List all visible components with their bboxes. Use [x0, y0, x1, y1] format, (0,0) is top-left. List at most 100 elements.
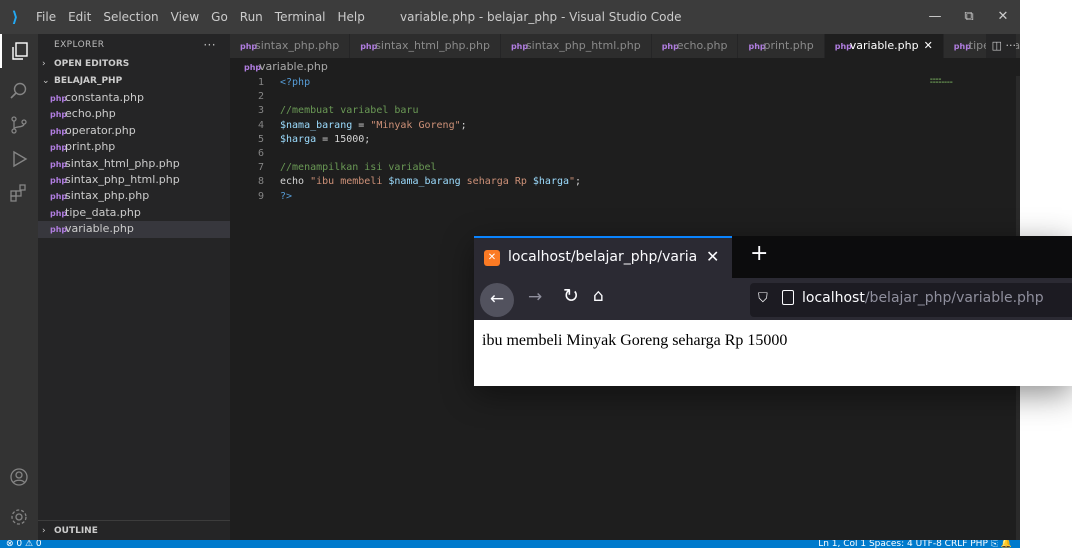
tab[interactable]: phpsintax_php_html.php: [500, 34, 652, 58]
close-button[interactable]: ✕: [986, 0, 1020, 34]
restore-button[interactable]: ⧉: [952, 0, 986, 34]
browser-page-content: ibu membeli Minyak Goreng seharga Rp 150…: [474, 320, 1072, 386]
browser-nav-bar: ← → ↻ ⌂ ⛉ localhost/belajar_php/variable…: [474, 278, 1072, 320]
account-icon[interactable]: [0, 460, 38, 494]
line-number: 7: [257, 162, 264, 174]
page-icon: [782, 290, 794, 305]
menu-bar: File Edit Selection View Go Run Terminal…: [30, 0, 371, 34]
window-controls: — ⧉ ✕: [918, 0, 1020, 34]
search-icon[interactable]: [0, 74, 38, 108]
code-string: "Minyak Goreng": [370, 119, 461, 131]
reload-icon[interactable]: ↻: [563, 285, 579, 307]
file-name: variable.php: [65, 222, 134, 236]
file-item[interactable]: phpsintax_html_php.php: [38, 156, 230, 172]
file-name: echo.php: [65, 107, 116, 121]
tab[interactable]: phpecho.php: [651, 34, 739, 58]
tab[interactable]: phpsintax_html_php.php: [350, 34, 501, 58]
tab-label: variable.php: [849, 39, 919, 52]
file-item[interactable]: phpconstanta.php: [38, 90, 230, 106]
run-debug-icon[interactable]: [0, 142, 38, 176]
tab-close-icon[interactable]: ✕: [924, 39, 933, 52]
split-editor-icon[interactable]: ◫ ···: [985, 34, 1016, 58]
php-file-icon: php: [50, 94, 68, 103]
php-file-icon: php: [50, 126, 68, 136]
code-line: 2: [230, 90, 1020, 104]
folder-section[interactable]: ⌄ BELAJAR_PHP: [38, 73, 230, 90]
code-line: 5 $harga = 15000;: [230, 133, 1020, 147]
folder-label: BELAJAR_PHP: [54, 76, 123, 86]
php-file-icon: php: [360, 42, 378, 51]
minimap[interactable]: ▬▬▬▬ ▬▬▬▬▬▬▬▬: [930, 78, 980, 84]
file-item[interactable]: phpprint.php: [38, 139, 230, 155]
explorer-header: EXPLORER ···: [38, 34, 230, 56]
code-keyword: echo: [280, 176, 305, 188]
code-line: 4 $nama_barang = "Minyak Goreng";: [230, 119, 1020, 133]
php-file-icon: php: [661, 42, 679, 51]
menu-run[interactable]: Run: [234, 0, 269, 34]
menu-help[interactable]: Help: [332, 0, 371, 34]
php-file-icon: php: [50, 175, 68, 185]
status-right-items[interactable]: Ln 1, Col 1 Spaces: 4 UTF-8 CRLF PHP ⎘ 🔔: [818, 540, 1012, 548]
xampp-favicon-icon: ✕: [484, 250, 500, 266]
back-arrow-icon[interactable]: ←: [480, 283, 514, 317]
url-host: localhost: [802, 290, 865, 306]
explorer-title: EXPLORER: [54, 40, 105, 50]
open-editors-section[interactable]: › OPEN EDITORS: [38, 56, 230, 73]
tab[interactable]: phpsintax_php.php: [230, 34, 351, 58]
file-item[interactable]: phpoperator.php: [38, 123, 230, 139]
file-item[interactable]: phpsintax_php_html.php: [38, 172, 230, 188]
settings-gear-icon[interactable]: [0, 500, 38, 534]
code-comment: //membuat variabel baru: [280, 105, 419, 117]
browser-window: ✕ localhost/belajar_php/variable.php ✕ +…: [474, 236, 1072, 386]
menu-go[interactable]: Go: [205, 0, 234, 34]
url-path: /belajar_php/variable.php: [864, 290, 1044, 306]
tab[interactable]: phpprint.php: [738, 34, 825, 58]
explorer-files-icon[interactable]: [0, 34, 38, 68]
browser-tab-close-icon[interactable]: ✕: [706, 247, 719, 266]
browser-tab-title: localhost/belajar_php/variable.php: [508, 249, 696, 265]
outline-label: OUTLINE: [54, 526, 98, 536]
file-name: sintax_html_php.php: [65, 156, 180, 170]
code-variable: $nama_barang: [280, 119, 353, 131]
php-file-icon: php: [50, 143, 68, 153]
line-number: 3: [257, 105, 264, 117]
explorer-more-icon[interactable]: ···: [203, 34, 216, 56]
line-number: 4: [257, 119, 264, 131]
menu-edit[interactable]: Edit: [62, 0, 97, 34]
forward-arrow-icon[interactable]: →: [528, 287, 542, 307]
line-number: 8: [257, 176, 264, 188]
menu-view[interactable]: View: [165, 0, 205, 34]
file-item[interactable]: phpsintax_php.php: [38, 188, 230, 204]
php-file-icon: php: [50, 208, 68, 218]
code-semicolon: ;: [460, 119, 467, 131]
address-bar[interactable]: ⛉ localhost/belajar_php/variable.php: [750, 283, 1072, 317]
minimize-button[interactable]: —: [918, 0, 952, 34]
new-tab-icon[interactable]: +: [750, 241, 768, 266]
problems-indicator[interactable]: ⊗ 0 ⚠ 0: [6, 540, 42, 548]
breadcrumb-file: variable.php: [259, 60, 328, 73]
code-line: 6: [230, 147, 1020, 161]
menu-terminal[interactable]: Terminal: [269, 0, 332, 34]
outline-section[interactable]: › OUTLINE: [38, 520, 230, 540]
home-icon[interactable]: ⌂: [593, 286, 604, 306]
tab-active[interactable]: phpvariable.php ✕: [824, 34, 944, 58]
code-text: = 15000;: [316, 133, 371, 145]
code-line: 3 //membuat variabel baru: [230, 104, 1020, 118]
file-item[interactable]: phpecho.php: [38, 106, 230, 122]
extensions-icon[interactable]: [0, 176, 38, 210]
browser-tab[interactable]: ✕ localhost/belajar_php/variable.php ✕: [474, 236, 732, 278]
code-semicolon: ;: [575, 176, 582, 188]
code-variable: $harga: [280, 133, 317, 145]
menu-file[interactable]: File: [30, 0, 62, 34]
breadcrumb[interactable]: phpvariable.php: [230, 58, 1020, 76]
source-control-icon[interactable]: [0, 108, 38, 142]
file-item[interactable]: phptipe_data.php: [38, 205, 230, 221]
line-number: 9: [257, 190, 264, 202]
code-line: 8 echo "ibu membeli $nama_barang seharga …: [230, 175, 1020, 189]
line-number: 2: [257, 91, 264, 103]
file-item-selected[interactable]: phpvariable.php: [38, 221, 230, 238]
code-line: 7 //menampilkan isi variabel: [230, 161, 1020, 175]
shield-icon[interactable]: ⛉: [758, 291, 768, 306]
editor-tabs: phpsintax_php.php phpsintax_html_php.php…: [230, 34, 1020, 58]
menu-selection[interactable]: Selection: [97, 0, 164, 34]
